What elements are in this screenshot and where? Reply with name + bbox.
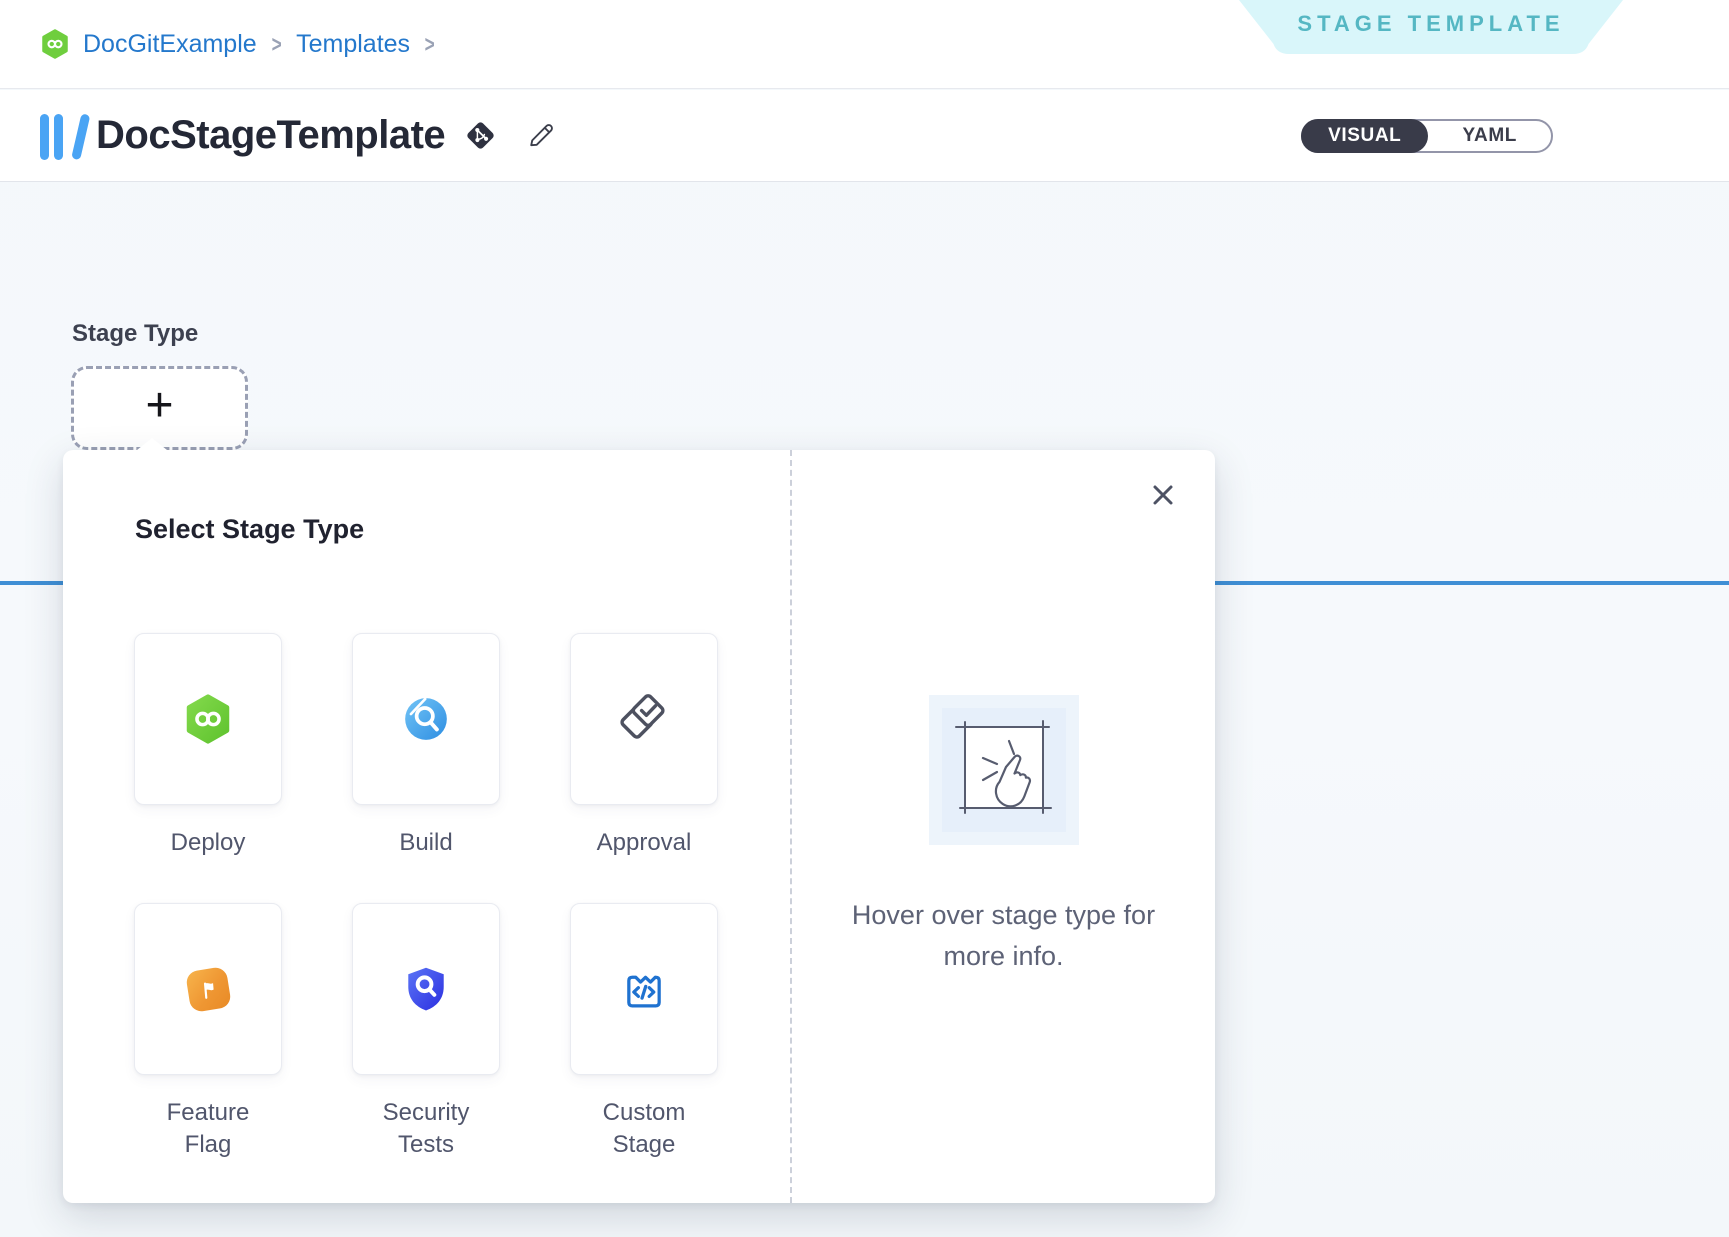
click-square-illustration <box>943 709 1065 831</box>
breadcrumb: DocGitExample > Templates > <box>40 0 437 88</box>
breadcrumb-separator: > <box>425 31 435 58</box>
breadcrumb-link-templates[interactable]: Templates <box>296 30 410 59</box>
stage-type-card-label: Security Tests <box>365 1097 487 1160</box>
cd-hexagon-infinity-icon <box>183 694 233 744</box>
stage-type-card-label: Build <box>399 827 452 859</box>
security-shield-icon <box>401 964 451 1014</box>
feature-flag-icon <box>185 966 232 1013</box>
popover-arrow <box>137 438 167 450</box>
stage-select-popover: Select Stage Type Deploy <box>63 450 1215 1203</box>
stage-template-badge: STAGE TEMPLATE <box>1239 0 1623 54</box>
breadcrumb-bar: DocGitExample > Templates > STAGE TEMPLA… <box>0 0 1729 89</box>
ci-sphere-magnifier-icon <box>401 694 451 744</box>
stage-type-card-approval[interactable] <box>570 633 718 805</box>
stage-type-card-security-tests[interactable] <box>352 903 500 1075</box>
stage-type-label: Stage Type <box>72 320 198 348</box>
breadcrumb-separator: > <box>271 31 281 58</box>
approval-stamp-check-icon <box>618 693 670 745</box>
stage-type-cell-approval: Approval <box>570 633 718 903</box>
toggle-visual[interactable]: VISUAL <box>1301 119 1428 153</box>
stage-type-card-label: Deploy <box>171 827 246 859</box>
stage-type-grid-panel: Select Stage Type Deploy <box>63 450 790 1203</box>
plus-icon: + <box>145 382 173 430</box>
stage-type-cell-security-tests: Security Tests <box>352 903 500 1173</box>
stage-type-cell-custom-stage: Custom Stage <box>570 903 718 1173</box>
title-bar: DocStageTemplate VISUAL YAML <box>0 90 1729 182</box>
stage-info-illustration <box>929 695 1079 845</box>
stage-type-card-deploy[interactable] <box>134 633 282 805</box>
stage-type-card-label: Approval <box>597 827 692 859</box>
stage-type-card-custom-stage[interactable] <box>570 903 718 1075</box>
hover-info-text: Hover over stage type for more info. <box>823 895 1185 976</box>
stage-type-card-build[interactable] <box>352 633 500 805</box>
cd-module-icon <box>40 29 70 59</box>
illustration-inner-frame <box>942 708 1066 832</box>
edit-pencil-icon[interactable] <box>524 119 557 152</box>
stage-type-card-label: Feature Flag <box>147 1097 269 1160</box>
popover-title: Select Stage Type <box>135 514 364 545</box>
stage-info-panel: Hover over stage type for more info. <box>792 450 1215 1203</box>
breadcrumb-link-project[interactable]: DocGitExample <box>83 30 257 59</box>
stage-type-cell-build: Build <box>352 633 500 903</box>
stage-type-card-label: Custom Stage <box>583 1097 705 1160</box>
stage-template-studio: DocGitExample > Templates > STAGE TEMPLA… <box>0 0 1729 1237</box>
stage-type-cell-feature-flag: Feature Flag <box>134 903 282 1173</box>
page-title: DocStageTemplate <box>96 113 445 158</box>
badge-label: STAGE TEMPLATE <box>1239 0 1623 54</box>
git-sync-icon <box>465 120 496 151</box>
stage-type-cell-deploy: Deploy <box>134 633 282 903</box>
stage-type-grid: Deploy Build <box>134 633 718 1173</box>
toggle-yaml[interactable]: YAML <box>1428 121 1551 151</box>
view-toggle: VISUAL YAML <box>1301 119 1553 153</box>
template-library-icon <box>40 112 80 160</box>
stage-type-card-feature-flag[interactable] <box>134 903 282 1075</box>
custom-stage-code-icon <box>618 963 670 1015</box>
